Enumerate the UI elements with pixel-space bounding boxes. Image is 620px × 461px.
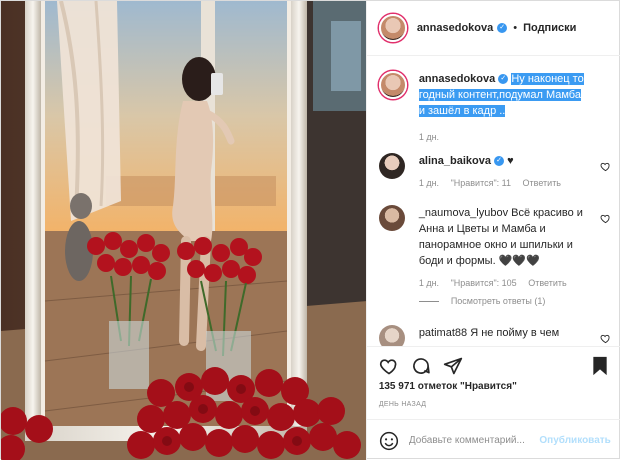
post-header: annasedokova ✓ • Подписки	[366, 1, 620, 56]
post-date[interactable]: ДЕНЬ НАЗАД	[379, 401, 427, 408]
heart-icon[interactable]	[379, 356, 399, 376]
publish-button[interactable]: Опубликовать	[539, 435, 610, 446]
caption-time[interactable]: 1 дн.	[419, 132, 439, 142]
verified-icon: ✓	[494, 156, 505, 167]
instagram-post: annasedokova ✓ • Подписки annasedokova ✓…	[0, 0, 620, 461]
comment-likes[interactable]: "Нравится": 105	[451, 278, 517, 288]
author-avatar[interactable]	[378, 14, 407, 42]
comment-username[interactable]: patimat88	[419, 327, 467, 339]
like-comment-icon[interactable]	[600, 161, 611, 172]
bookmark-icon[interactable]	[591, 356, 609, 376]
verified-icon: ✓	[498, 74, 509, 85]
comment-time[interactable]: 1 дн.	[419, 278, 439, 288]
likes-count[interactable]: 135 971 отметок "Нравится"	[379, 381, 517, 392]
post-side-panel: annasedokova ✓ • Подписки annasedokova ✓…	[365, 1, 620, 461]
post-actions: 135 971 отметок "Нравится" ДЕНЬ НАЗАД До…	[366, 346, 620, 461]
caption-username[interactable]: annasedokova	[419, 73, 495, 85]
header-separator: •	[513, 22, 518, 34]
comment-text: ♥	[507, 155, 514, 167]
comment-likes[interactable]: "Нравится": 11	[451, 178, 511, 188]
post-photo[interactable]	[1, 1, 366, 460]
comment-input[interactable]: Добавьте комментарий...	[409, 435, 529, 446]
like-comment-icon[interactable]	[600, 213, 611, 224]
verified-icon: ✓	[497, 23, 508, 33]
caption-avatar[interactable]	[378, 71, 407, 99]
comment-time[interactable]: 1 дн.	[419, 178, 439, 188]
view-replies-button[interactable]: Посмотреть ответы (1)	[419, 296, 546, 306]
following-button[interactable]: Подписки	[523, 22, 576, 34]
commenter-avatar[interactable]	[378, 153, 405, 179]
comment-icon[interactable]	[411, 356, 431, 376]
like-comment-icon[interactable]	[600, 333, 611, 344]
reply-button[interactable]: Ответить	[523, 178, 561, 188]
share-icon[interactable]	[443, 356, 463, 376]
author-username[interactable]: annasedokova	[417, 22, 493, 34]
add-comment-bar: Добавьте комментарий... Опубликовать	[366, 419, 620, 461]
commenter-avatar[interactable]	[378, 325, 405, 346]
comments-list[interactable]: annasedokova ✓ Ну наконец то годный конт…	[367, 57, 620, 346]
reply-button[interactable]: Ответить	[528, 278, 566, 288]
comment-username[interactable]: _naumova_lyubov	[419, 207, 508, 219]
comment-text: Я не пойму в чем	[470, 327, 560, 339]
mirror-selfie-image	[1, 1, 366, 460]
smile-icon[interactable]	[379, 431, 399, 451]
comment-username[interactable]: alina_baikova	[419, 155, 491, 167]
commenter-avatar[interactable]	[378, 205, 405, 231]
